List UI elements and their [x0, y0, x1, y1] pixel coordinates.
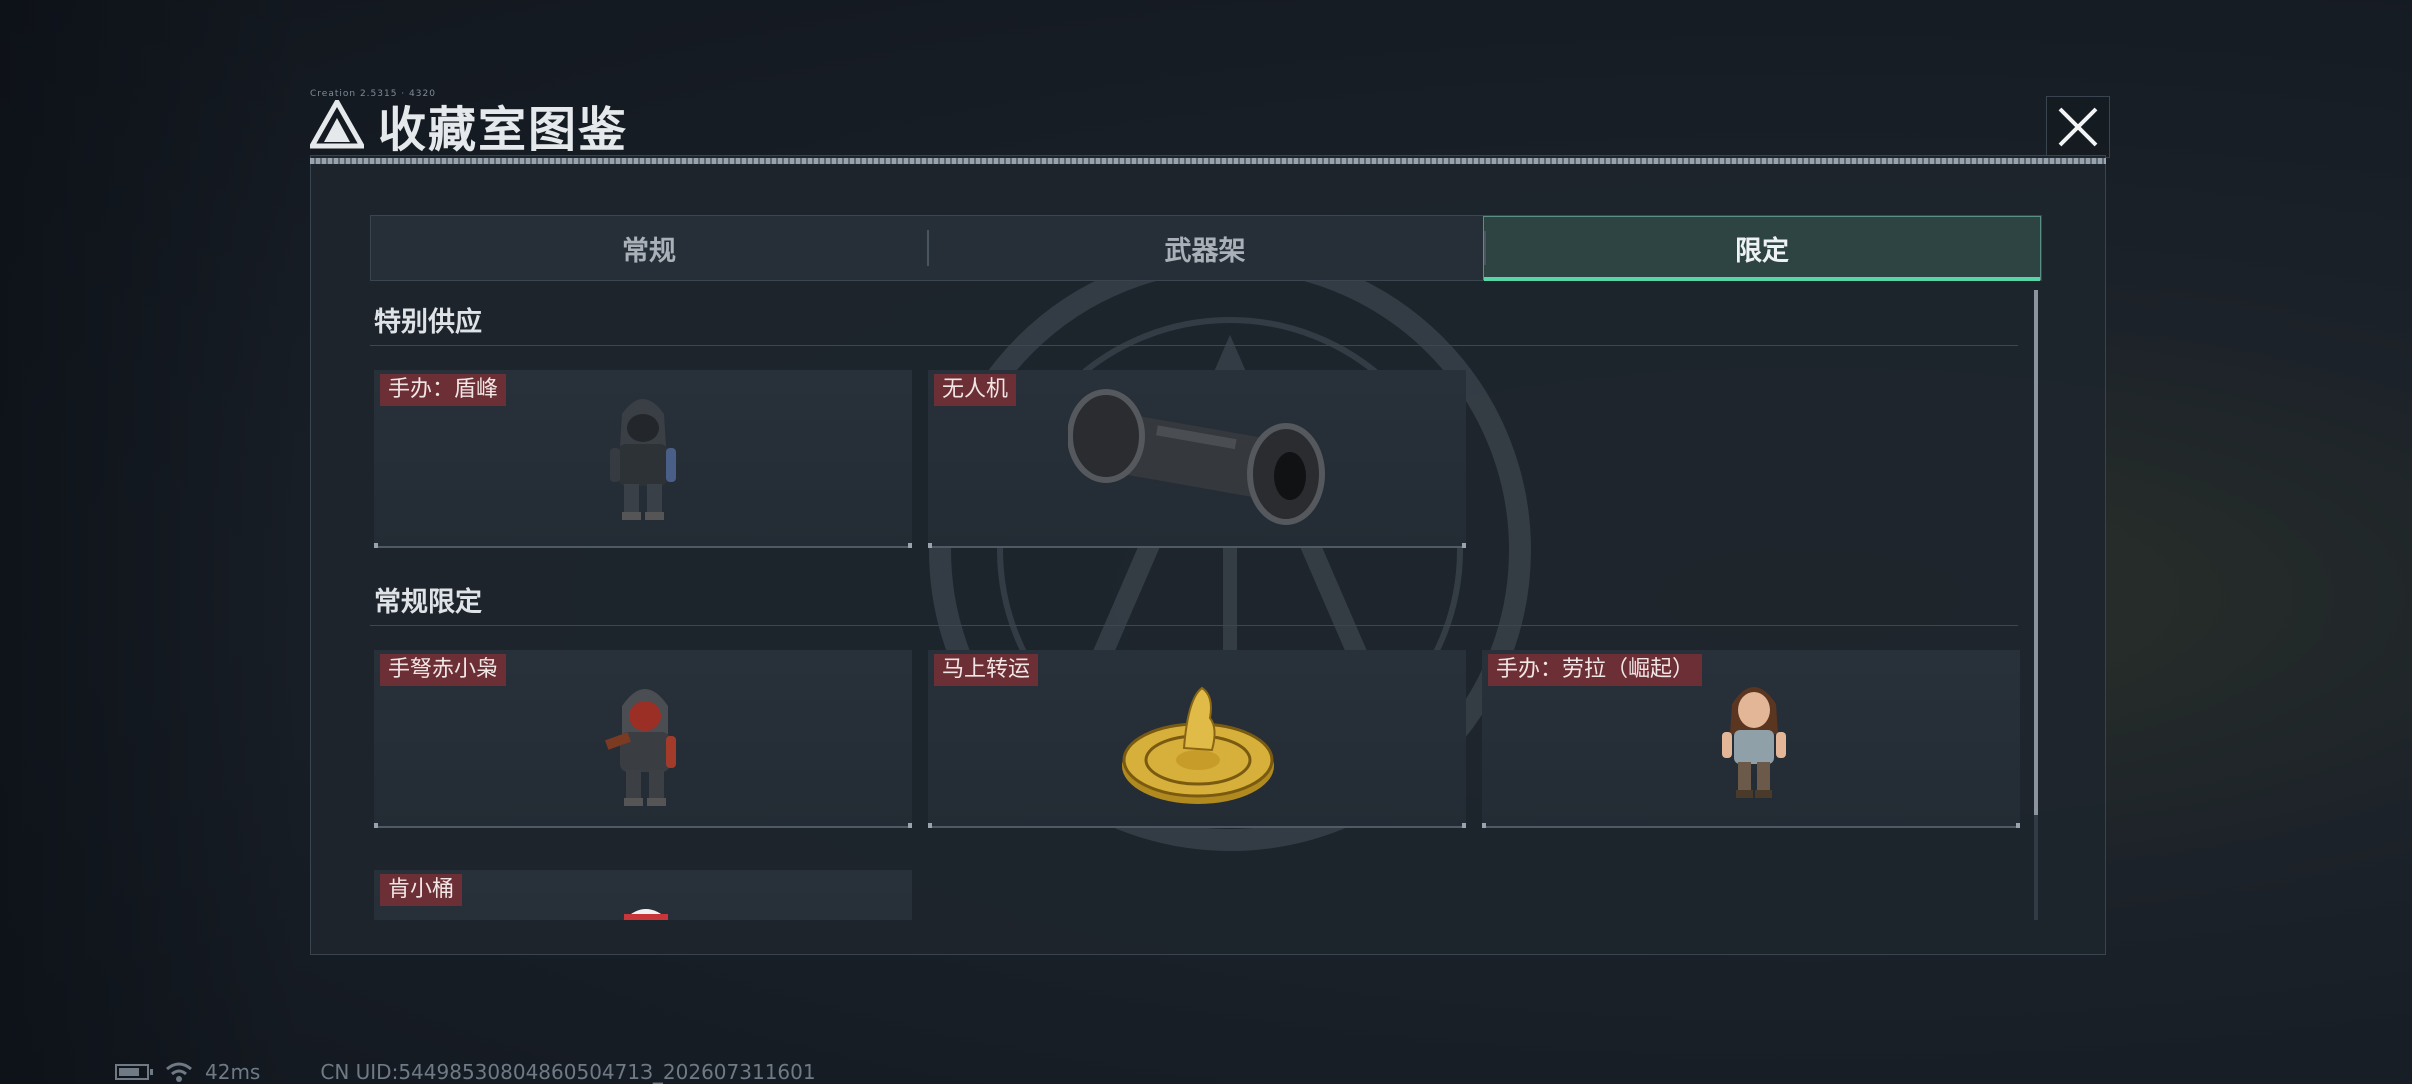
collection-card-drone[interactable]: 无人机 [928, 370, 1466, 548]
collection-card-horse-wheel[interactable]: 马上转运 [928, 650, 1466, 828]
card-label: 无人机 [934, 374, 1017, 406]
figure-hooded-soldier-icon [602, 384, 684, 528]
battery-icon [115, 1064, 153, 1080]
modal-header: 收藏室图鉴 [307, 90, 629, 160]
delta-logo-icon [307, 96, 367, 150]
status-bar: 42ms CN UID:5449853080486050471З_2026073… [115, 1060, 816, 1084]
tab-limited[interactable]: 限定 [1483, 216, 2041, 281]
section-title-special-supply: 特别供应 [374, 307, 482, 338]
ping-text: 42ms [205, 1060, 261, 1084]
page-title: 收藏室图鉴 [378, 102, 629, 158]
uid-text: CN UID:5449853080486050471З_202607311601 [320, 1060, 816, 1084]
card-underline [1482, 823, 2020, 828]
wifi-icon [166, 1062, 192, 1082]
close-button[interactable] [2046, 96, 2110, 158]
content-scrollbar[interactable] [2034, 290, 2038, 920]
card-label: 手办：盾峰 [380, 374, 507, 406]
figure-lara-icon [1714, 674, 1794, 808]
card-label: 手办：劳拉（崛起） [1488, 654, 1703, 686]
background-shade [0, 0, 300, 1084]
card-underline [928, 543, 1466, 548]
card-underline [374, 543, 912, 548]
golden-horse-wheel-icon [1118, 678, 1278, 812]
section-divider [370, 625, 2018, 626]
scrollbar-thumb[interactable] [2034, 290, 2038, 815]
collection-card-shield-figure[interactable]: 手办：盾峰 [374, 370, 912, 548]
close-icon [2058, 107, 2098, 147]
tab-weapon-rack[interactable]: 武器架 [927, 216, 1483, 280]
section-divider [370, 345, 2018, 346]
modal-top-border [310, 158, 2106, 164]
white-item-icon [616, 894, 676, 920]
figure-red-hood-icon [602, 672, 688, 816]
section-title-regular-limited: 常规限定 [374, 587, 482, 618]
collection-card-lara-figure[interactable]: 手办：劳拉（崛起） [1482, 650, 2020, 828]
collection-card-red-owl[interactable]: 手弩赤小枭 [374, 650, 912, 828]
drone-cylinder-icon [1067, 386, 1328, 535]
tab-bar: 常规 武器架 限定 [370, 215, 2042, 281]
collection-content: 特别供应 手办：盾峰 无人机 常规限定 手弩赤小枭 马上转运 手办：劳拉（崛起）… [370, 290, 2020, 920]
card-label: 手弩赤小枭 [380, 654, 507, 686]
collection-card-ken-bucket[interactable]: 肯小桶 [374, 870, 912, 920]
card-underline [374, 823, 912, 828]
card-label: 马上转运 [934, 654, 1039, 686]
tab-regular[interactable]: 常规 [371, 216, 927, 280]
card-underline [928, 823, 1466, 828]
card-label: 肯小桶 [380, 874, 463, 906]
